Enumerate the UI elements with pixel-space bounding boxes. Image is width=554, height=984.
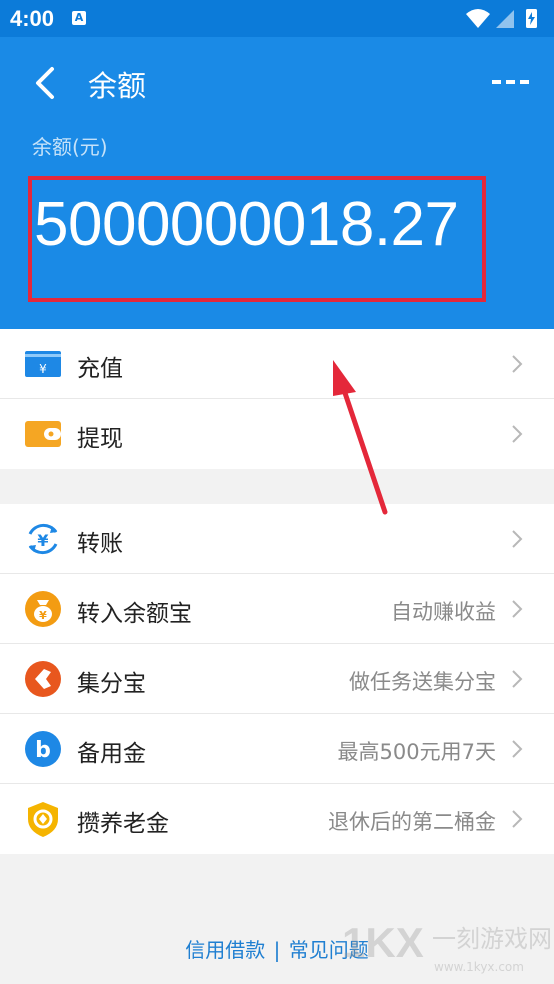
list-item-yuebao[interactable]: ¥ 转入余额宝 自动赚收益 [0,574,554,644]
svg-text:¥: ¥ [39,609,47,622]
list-item-subtitle: 自动赚收益 [391,600,496,624]
svg-text:b: b [35,738,51,763]
list-item-withdraw[interactable]: 提现 [0,399,554,469]
balance-amount: 5000000018.27 [34,190,459,259]
signal-icon [496,10,514,28]
money-bag-icon: ¥ [25,591,61,627]
balance-header: 余额 余额(元) 5000000018.27 [0,37,554,329]
chevron-right-icon [512,600,523,618]
status-icons [466,9,537,28]
svg-text:1KX: 1KX [342,919,424,966]
list-item-subtitle: 最高500元用7天 [337,740,496,764]
footer-separator: | [273,938,281,962]
notification-a-icon: A [72,11,86,25]
page-title: 余额 [88,69,147,103]
back-arrow-icon[interactable] [24,61,68,105]
chevron-right-icon [512,740,523,758]
list-group-services: ¥ 转账 ¥ 转入余额宝 自动赚收益 集分宝 做任务送集分宝 b 备用金 最高5… [0,504,554,854]
chevron-right-icon [512,810,523,828]
list-item-pension[interactable]: 攒养老金 退休后的第二桶金 [0,784,554,854]
svg-text:一刻游戏网: 一刻游戏网 [432,925,552,953]
list-item-subtitle: 退休后的第二桶金 [328,810,496,834]
chevron-right-icon [512,670,523,688]
status-bar: 4:00 A [0,0,554,37]
chevron-right-icon [512,355,523,373]
pension-shield-icon [28,802,58,837]
svg-text:¥: ¥ [37,531,48,550]
list-item-label: 充值 [77,356,123,382]
wifi-icon [466,9,490,28]
balance-label: 余额(元) [32,135,108,159]
list-item-beiyongjin[interactable]: b 备用金 最高500元用7天 [0,714,554,784]
svg-text:¥: ¥ [39,362,47,376]
list-item-recharge[interactable]: ¥ 充值 [0,329,554,399]
status-time: 4:00 [10,6,55,31]
recharge-card-icon: ¥ [25,351,61,377]
beiyongjin-icon: b [25,731,61,767]
chevron-right-icon [512,425,523,443]
more-options-icon[interactable] [492,67,530,97]
chevron-right-icon [512,530,523,548]
list-item-label: 提现 [77,426,123,452]
list-item-label: 转账 [77,531,123,557]
wallet-icon [25,421,61,447]
credit-loan-link[interactable]: 信用借款 [185,938,265,962]
transfer-yuan-icon: ¥ [28,523,58,555]
svg-text:www.1kyx.com: www.1kyx.com [434,960,524,974]
site-watermark-logo: 1KX 一刻游戏网 www.1kyx.com [342,919,552,974]
list-item-jifenbao[interactable]: 集分宝 做任务送集分宝 [0,644,554,714]
list-group-funds: ¥ 充值 提现 [0,329,554,469]
list-item-label: 转入余额宝 [77,601,192,627]
list-item-label: 攒养老金 [77,811,169,837]
list-item-label: 备用金 [77,741,146,767]
list-item-subtitle: 做任务送集分宝 [349,670,496,694]
jifenbao-icon [25,661,61,697]
list-item-transfer[interactable]: ¥ 转账 [0,504,554,574]
list-item-label: 集分宝 [77,671,146,697]
